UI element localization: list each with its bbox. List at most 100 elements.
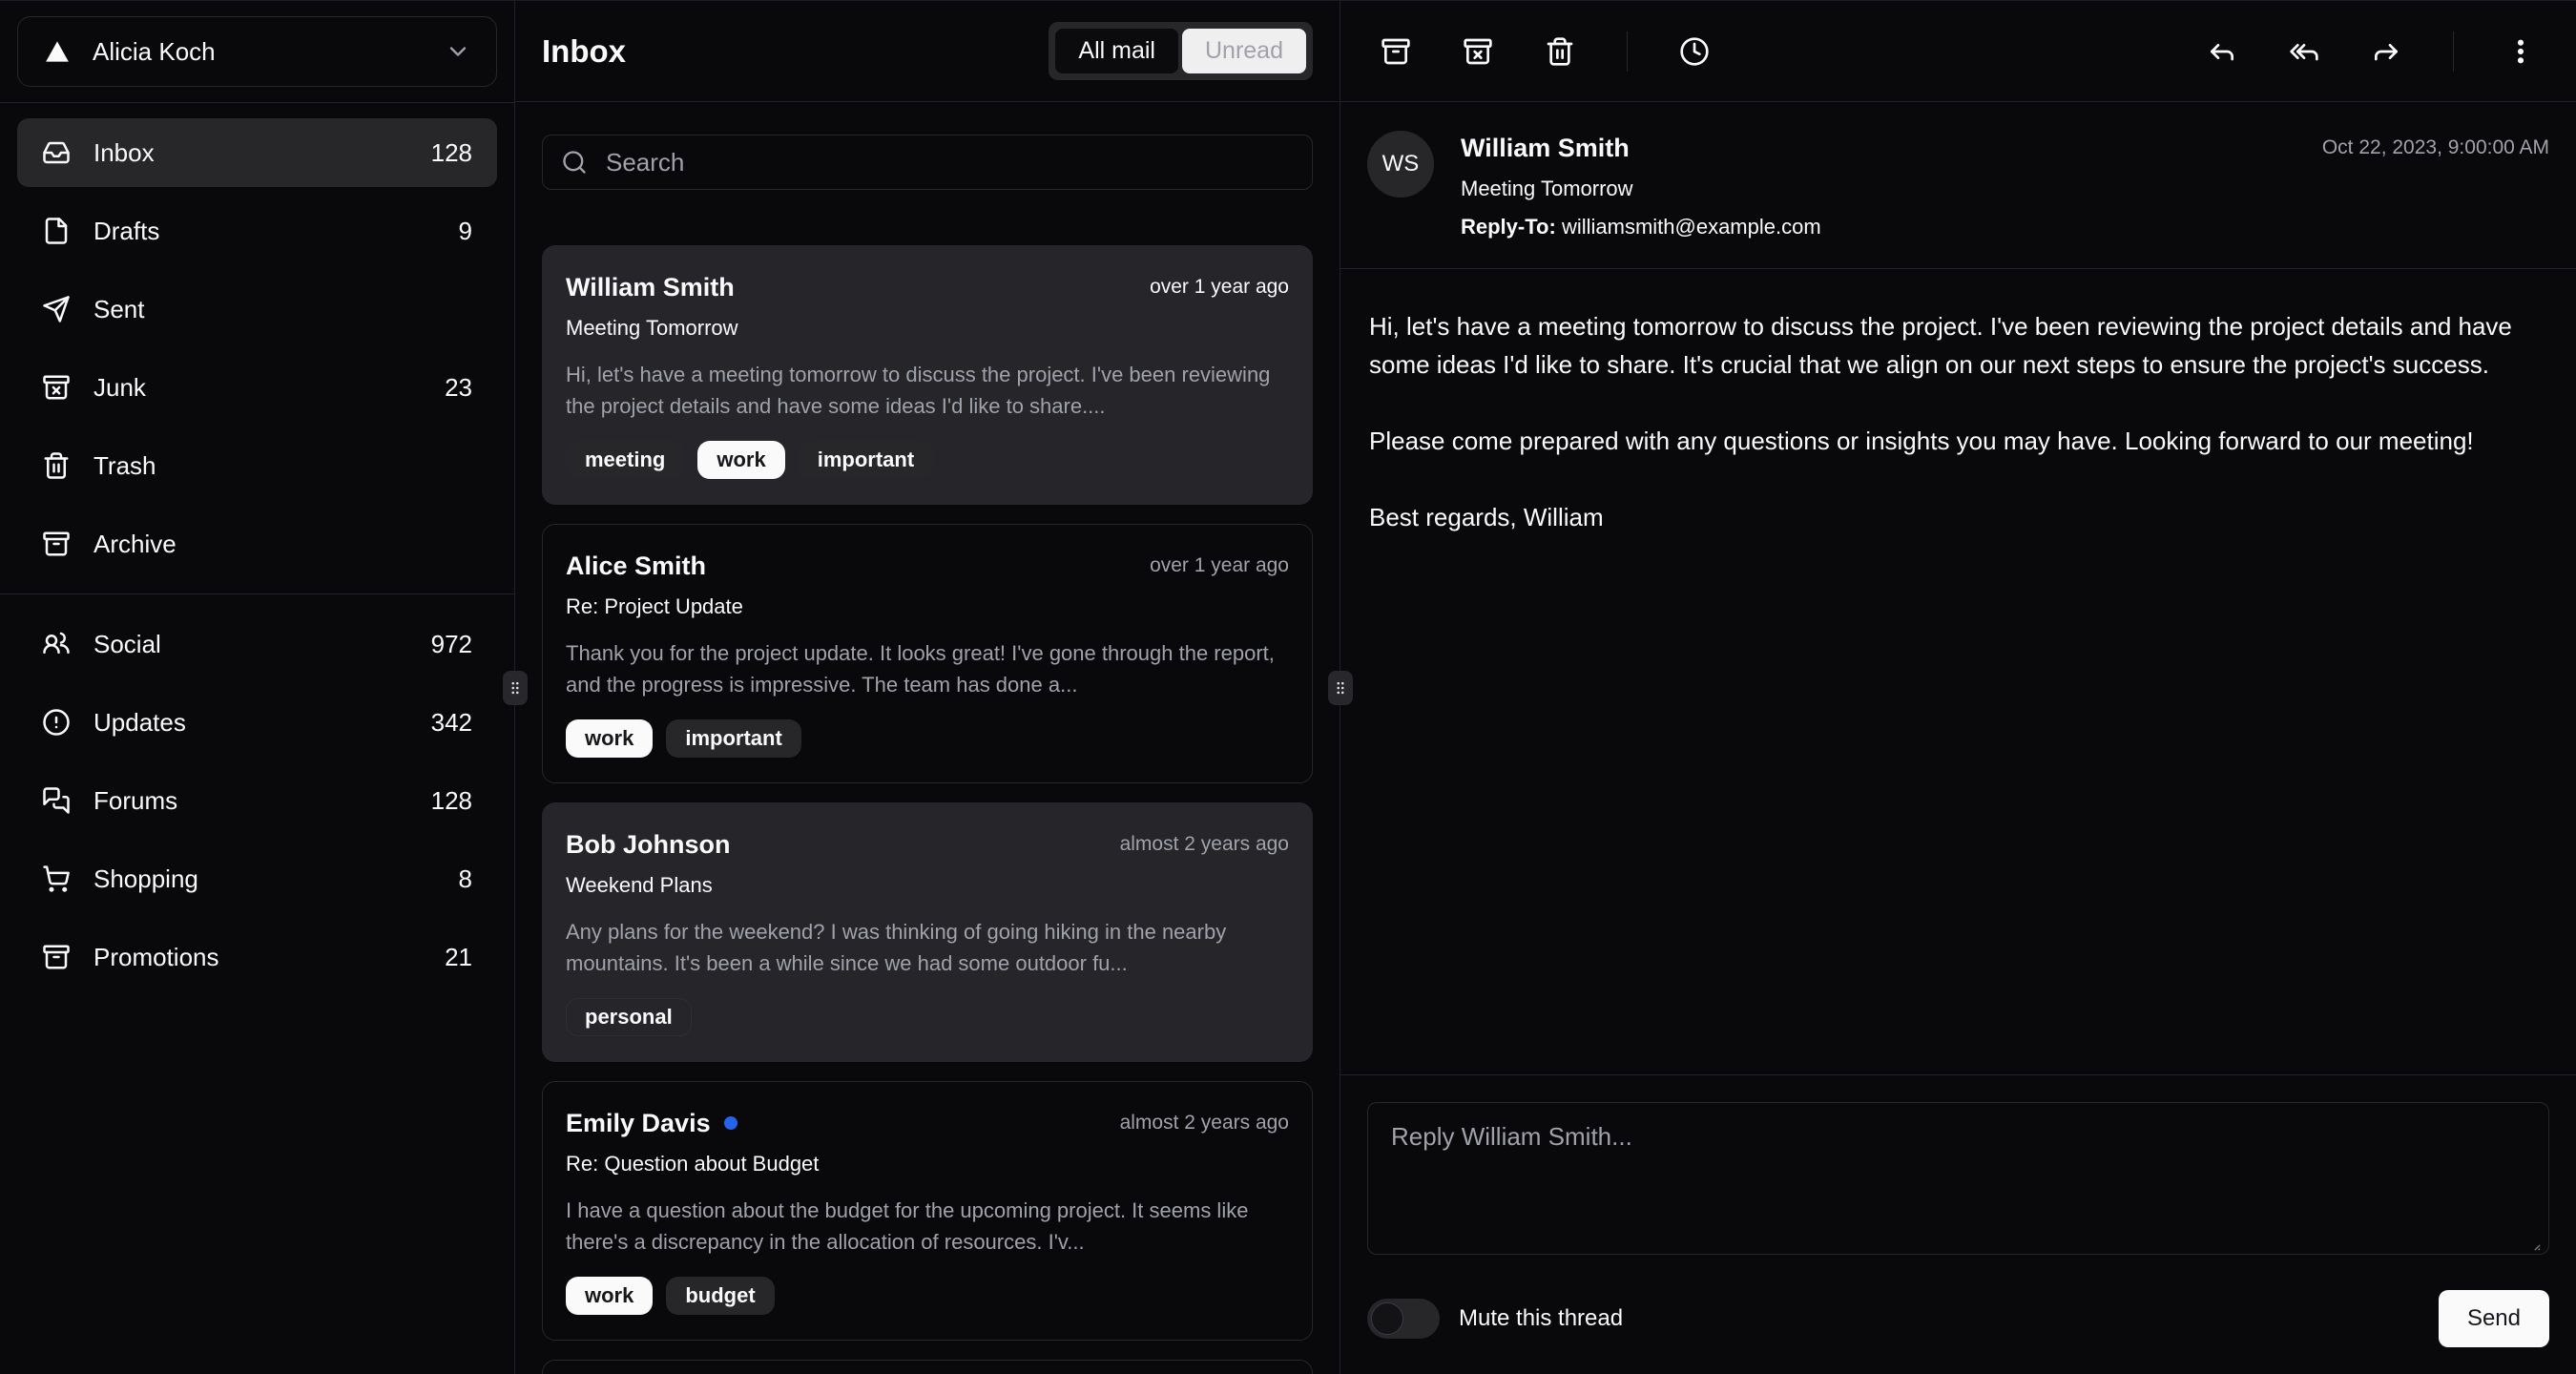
more-vertical-button[interactable] — [2490, 21, 2551, 82]
search-area — [515, 102, 1340, 213]
cart-icon — [42, 864, 71, 893]
account-name: Alicia Koch — [93, 37, 216, 67]
mail-list-item[interactable]: Emily Davis almost 2 years ago Re: Quest… — [542, 1081, 1313, 1341]
sidebar-item-label: Forums — [93, 786, 177, 816]
sidebar-item-archive[interactable]: Archive — [17, 510, 497, 578]
trash-button[interactable] — [1529, 21, 1590, 82]
toolbar-left-group — [1365, 21, 1725, 82]
sidebar-item-junk[interactable]: Junk 23 — [17, 353, 497, 422]
label-badge-work: work — [566, 719, 653, 758]
mail-list-item[interactable]: Bob Johnson almost 2 years ago Weekend P… — [542, 802, 1313, 1062]
label-badge-personal: personal — [566, 998, 692, 1036]
clock-button[interactable] — [1664, 21, 1725, 82]
send-button[interactable]: Send — [2439, 1290, 2549, 1347]
more-vertical-icon — [2505, 36, 2536, 67]
mail-list-item[interactable]: Michael Wilson almost 2 years ago — [542, 1360, 1313, 1374]
trash-icon — [1545, 36, 1575, 67]
reply-icon — [2207, 36, 2237, 67]
archive-button[interactable] — [1365, 21, 1426, 82]
sidebar-item-trash[interactable]: Trash — [17, 431, 497, 500]
mail-snippet: Any plans for the weekend? I was thinkin… — [566, 916, 1289, 979]
sidebar-item-label: Sent — [93, 295, 145, 324]
reply-all-button[interactable] — [2274, 21, 2335, 82]
toolbar-right-group — [2192, 21, 2551, 82]
reply-button[interactable] — [2192, 21, 2253, 82]
mail-snippet: Thank you for the project update. It loo… — [566, 637, 1289, 700]
logo-triangle-icon — [43, 37, 72, 66]
sidebar-item-label: Promotions — [93, 943, 219, 972]
account-switcher[interactable]: Alicia Koch — [17, 16, 497, 87]
mail-list-header: Inbox All mailUnread — [515, 1, 1340, 101]
mail-list: William Smith over 1 year ago Meeting To… — [515, 213, 1340, 1374]
sidebar-item-count: 9 — [459, 217, 472, 246]
mail-list-item[interactable]: William Smith over 1 year ago Meeting To… — [542, 245, 1313, 505]
reply-all-icon — [2289, 36, 2319, 67]
sidebar-item-inbox[interactable]: Inbox 128 — [17, 118, 497, 187]
reply-textarea[interactable] — [1367, 1102, 2549, 1255]
mail-subject: Re: Question about Budget — [566, 1151, 1289, 1177]
reply-to-line: Reply-To: williamsmith@example.com — [1461, 214, 1821, 239]
forward-icon — [2371, 36, 2401, 67]
message-subject: Meeting Tomorrow — [1461, 176, 1821, 201]
reply-to-email: williamsmith@example.com — [1562, 215, 1821, 239]
mail-time: over 1 year ago — [1150, 554, 1289, 577]
panel-resize-handle[interactable] — [503, 671, 528, 705]
inbox-icon — [42, 138, 71, 167]
mute-thread-toggle[interactable] — [1367, 1299, 1440, 1339]
mail-time: almost 2 years ago — [1120, 833, 1289, 856]
sidebar-item-drafts[interactable]: Drafts 9 — [17, 197, 497, 265]
sidebar-item-label: Archive — [93, 530, 177, 559]
send-icon — [42, 295, 71, 323]
reply-to-label: Reply-To: — [1461, 215, 1556, 239]
label-badge-important: important — [799, 441, 933, 479]
panel-resize-handle[interactable] — [1328, 671, 1353, 705]
mail-time: almost 2 years ago — [1120, 1112, 1289, 1135]
sidebar-item-count: 342 — [431, 708, 472, 738]
archive-icon — [42, 943, 71, 971]
sidebar-item-shopping[interactable]: Shopping 8 — [17, 844, 497, 913]
sidebar-item-count: 23 — [445, 373, 472, 403]
sidebar: Alicia Koch Inbox 128 Drafts 9 Sent Junk… — [0, 1, 515, 1374]
label-badge-important: important — [666, 719, 800, 758]
messages-icon — [42, 786, 71, 815]
mail-labels: workbudget — [566, 1277, 1289, 1315]
mail-labels: personal — [566, 998, 1289, 1036]
mail-filter-tabs: All mailUnread — [1049, 22, 1313, 80]
grip-vertical-icon — [1332, 677, 1349, 699]
reply-area: Mute this thread Send — [1340, 1075, 2576, 1374]
users-icon — [42, 630, 71, 658]
search-input[interactable] — [542, 135, 1313, 190]
sidebar-nav-secondary: Social 972 Updates 342 Forums 128 Shoppi… — [0, 594, 514, 1007]
file-icon — [42, 217, 71, 245]
sidebar-item-count: 21 — [445, 943, 472, 972]
clock-icon — [1679, 36, 1710, 67]
mute-thread-label: Mute this thread — [1459, 1305, 1623, 1332]
mail-list-item[interactable]: Alice Smith over 1 year ago Re: Project … — [542, 524, 1313, 783]
sender-name: William Smith — [1461, 133, 1821, 163]
sidebar-item-updates[interactable]: Updates 342 — [17, 688, 497, 757]
sidebar-item-forums[interactable]: Forums 128 — [17, 766, 497, 835]
mail-subject: Re: Project Update — [566, 593, 1289, 620]
sidebar-item-count: 8 — [459, 864, 472, 894]
trash-icon — [42, 451, 71, 480]
archive-icon — [1381, 36, 1411, 67]
tab-all-mail[interactable]: All mail — [1055, 29, 1178, 73]
mail-labels: work important — [566, 719, 1289, 758]
search-icon — [561, 149, 588, 176]
sidebar-item-social[interactable]: Social 972 — [17, 610, 497, 678]
mail-sender-name: Alice Smith — [566, 550, 706, 582]
label-badge-meeting: meeting — [566, 441, 684, 479]
chevron-down-icon — [445, 38, 471, 65]
label-badge-budget: budget — [666, 1277, 774, 1315]
forward-button[interactable] — [2356, 21, 2417, 82]
sidebar-item-sent[interactable]: Sent — [17, 275, 497, 344]
mail-subject: Meeting Tomorrow — [566, 315, 1289, 342]
archive-x-icon — [42, 373, 71, 402]
page-title: Inbox — [542, 33, 626, 70]
sidebar-item-label: Trash — [93, 451, 156, 481]
tab-unread[interactable]: Unread — [1182, 29, 1306, 73]
archive-x-button[interactable] — [1447, 21, 1508, 82]
sidebar-item-label: Updates — [93, 708, 186, 738]
sidebar-item-promotions[interactable]: Promotions 21 — [17, 923, 497, 991]
sidebar-item-count: 972 — [431, 630, 472, 659]
